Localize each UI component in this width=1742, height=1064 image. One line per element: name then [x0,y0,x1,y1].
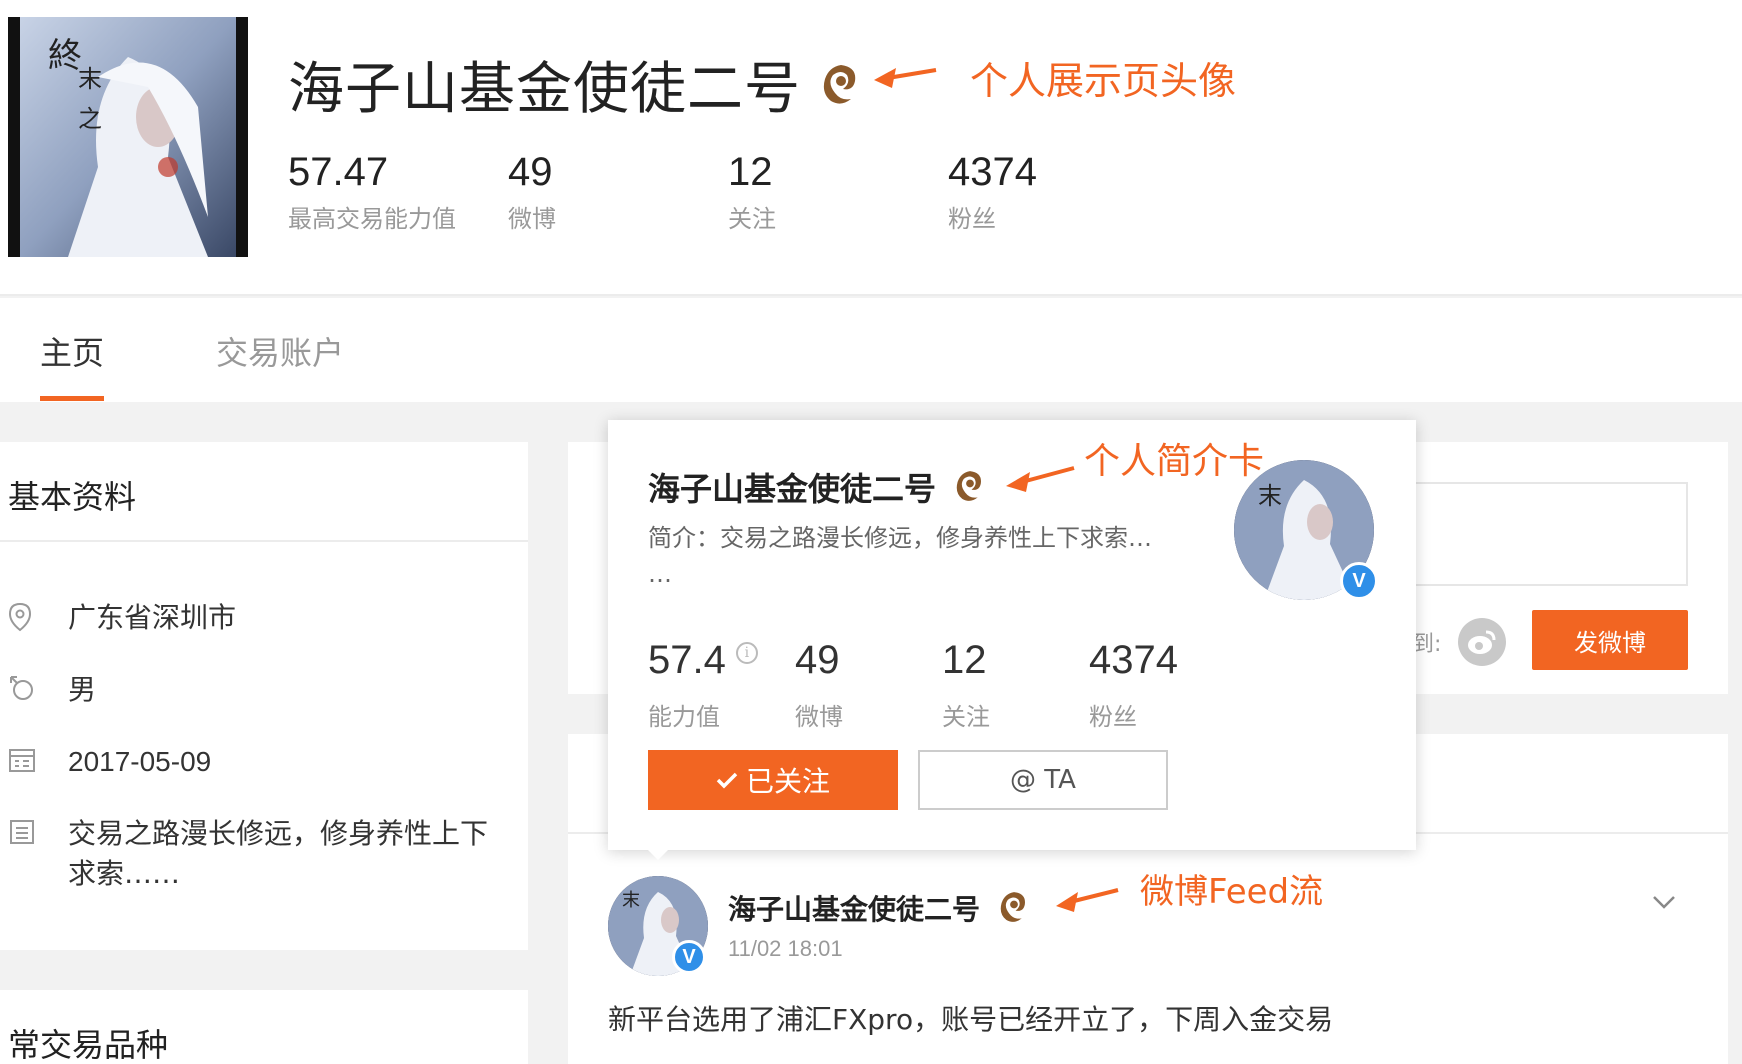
stat-following-label: 关注 [728,205,776,233]
popup-stat-followers-label: 粉丝 [1089,703,1137,731]
stat-posts-label: 微博 [508,205,556,233]
post-weibo-button[interactable]: 发微博 [1532,610,1688,670]
bio-doc-icon [8,818,38,848]
feed-verified-badge-icon: V [672,940,706,974]
svg-text:末: 末 [78,65,102,93]
info-date: 2017-05-09 [8,742,211,782]
popup-stat-followers-value: 4374 [1089,638,1178,682]
stat-following[interactable]: 12 关注 [728,150,948,234]
svg-text:末: 末 [1258,482,1282,510]
annotation-card-label: 个人简介卡 [1084,441,1265,482]
popup-stat-following-value: 12 [942,638,987,682]
info-bio-text: 交易之路漫长修远，修身养性上下求索…… [68,817,489,890]
tab-active-indicator [40,396,104,401]
trading-instruments-title: 常交易品种 [8,1026,169,1064]
stat-ability-value: 57.47 [288,150,389,194]
popup-stat-following[interactable]: 12 关注 [942,638,1089,732]
stat-followers-label: 粉丝 [948,205,996,233]
feed-timestamp[interactable]: 11/02 18:01 [728,936,843,962]
chevron-down-icon[interactable] [1650,892,1678,912]
popup-name-row: 海子山基金使徒二号 [648,464,986,510]
tab-home[interactable]: 主页 [40,328,104,374]
basic-info-card: 基本资料 广东省深圳市 男 2017-05-09 交易之路漫长修远，修身养性上下… [0,442,528,950]
calendar-icon [8,746,38,776]
annotation-feed-label: 微博Feed流 [1140,872,1324,912]
check-icon [716,772,738,789]
popup-bio: 简介：交易之路漫长修远，修身养性上下求索… … [648,520,1208,592]
popup-name[interactable]: 海子山基金使徒二号 [648,464,936,510]
popup-stat-ability-value: 57.4 [648,638,726,682]
popup-stat-followers[interactable]: 4374 粉丝 [1089,638,1236,732]
profile-name: 海子山基金使徒二号 [288,57,801,122]
annotation-arrow-icon [874,68,937,88]
popup-stat-posts-value: 49 [795,638,840,682]
popup-verified-badge-icon: V [1340,562,1378,600]
annotation-avatar-label: 个人展示页头像 [970,59,1237,103]
stat-ability: 57.47 最高交易能力值 [288,150,508,234]
sync-label: 到: [1412,632,1442,657]
popup-caret [646,848,670,860]
svg-text:終: 終 [48,36,82,76]
popup-stats: 57.4 i 能力值 49 微博 12 关注 4374 粉丝 [648,638,1236,732]
info-date-text: 2017-05-09 [68,746,212,777]
info-location: 广东省深圳市 [8,598,236,638]
feed-name-row: 海子山基金使徒二号 [728,888,1030,928]
annotation-arrow-icon [1006,466,1075,492]
weibo-sync-icon[interactable] [1458,618,1506,666]
stat-following-value: 12 [728,150,773,194]
popup-stat-ability-label: 能力值 [648,703,720,731]
stat-ability-label: 最高交易能力值 [288,205,456,233]
gender-icon [8,674,38,704]
info-location-text: 广东省深圳市 [68,601,237,634]
info-icon[interactable]: i [735,642,758,664]
feed-level-badge-icon [998,889,1030,927]
popup-stat-posts[interactable]: 49 微博 [795,638,942,732]
info-bio: 交易之路漫长修远，修身养性上下求索…… [8,814,498,894]
profile-header: 終 末 之 海子山基金使徒二号 57.47 最高交易能力值 49 微博 12 关… [0,0,1742,296]
followed-button[interactable]: 已关注 [648,750,898,810]
info-gender: 男 [8,670,96,710]
svg-text:末: 末 [622,890,640,911]
svg-text:之: 之 [78,105,102,133]
followed-button-label: 已关注 [745,765,830,798]
stat-posts-value: 49 [508,150,553,194]
feed-author-name[interactable]: 海子山基金使徒二号 [728,888,980,928]
level-badge-icon [821,61,861,109]
info-gender-text: 男 [68,673,97,706]
profile-name-row: 海子山基金使徒二号 [288,44,861,125]
popup-bio-text: 简介：交易之路漫长修远，修身养性上下求索… [648,524,1152,552]
feed-post-text: 新平台选用了浦汇FXpro，账号已经开立了，下周入金交易 [608,1003,1334,1036]
stat-posts[interactable]: 49 微博 [508,150,728,234]
stat-followers-value: 4374 [948,150,1037,194]
popup-stat-posts-label: 微博 [795,703,843,731]
stat-followers[interactable]: 4374 粉丝 [948,150,1168,234]
composer-textarea[interactable] [1410,482,1688,586]
annotation-arrow-icon [1056,888,1119,912]
popup-level-badge-icon [954,468,986,506]
profile-stats: 57.47 最高交易能力值 49 微博 12 关注 4374 粉丝 [288,150,1168,234]
divider [0,540,528,542]
profile-cover-avatar[interactable]: 終 末 之 [8,17,248,257]
location-pin-icon [8,602,38,632]
basic-info-title: 基本资料 [8,478,137,516]
mention-button[interactable]: @ TA [918,750,1168,810]
popup-bio-more: … [648,560,672,588]
trading-instruments-card: 常交易品种 [0,990,528,1064]
tab-trading-account[interactable]: 交易账户 [216,328,344,374]
tab-bar: 主页 交易账户 [0,298,1742,402]
popup-stat-ability: 57.4 i 能力值 [648,638,795,732]
popup-stat-following-label: 关注 [942,703,990,731]
